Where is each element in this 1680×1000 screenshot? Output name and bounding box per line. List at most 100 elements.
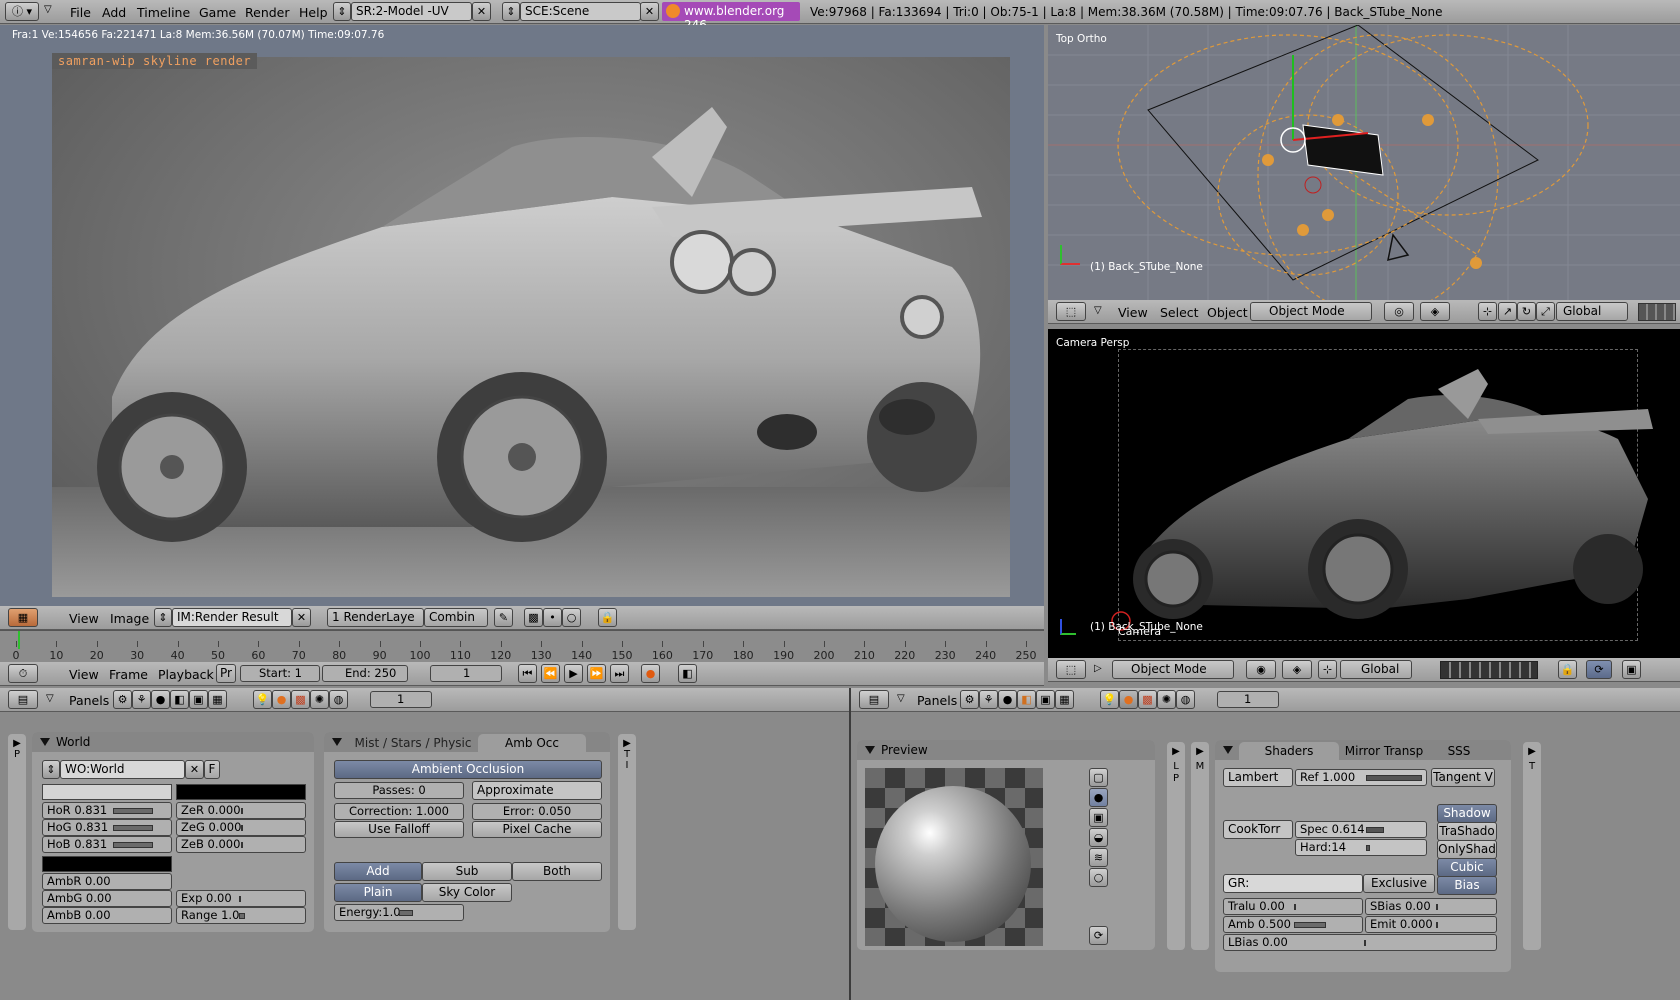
spec-slider[interactable]: Spec 0.614 (1295, 821, 1427, 838)
panel-side-tab-p[interactable]: ▶ P (8, 734, 26, 930)
keying-icon[interactable]: ◧ (678, 664, 697, 683)
translate-icon[interactable]: ↗ (1498, 302, 1517, 321)
zenith-color-swatch[interactable] (176, 784, 306, 800)
texture-icon[interactable]: ▩ (291, 690, 310, 709)
jump-start-icon[interactable]: ⏮ (518, 664, 537, 683)
group-field[interactable]: GR: (1223, 874, 1363, 893)
buttons-right-type-icon[interactable]: ▤ (859, 690, 889, 709)
menu-3d-view[interactable]: View (1118, 305, 1148, 320)
world-fake-user-button[interactable]: F (204, 760, 220, 779)
zeb-slider[interactable]: ZeB 0.000 (176, 836, 306, 853)
right-material-icon[interactable]: ● (1119, 690, 1138, 709)
scene-browse-icon[interactable]: ⇕ (502, 2, 520, 21)
header-arrow-icon[interactable]: ▽ (1094, 305, 1102, 316)
hard-slider[interactable]: Hard:14 (1295, 839, 1427, 856)
zeg-slider[interactable]: ZeG 0.000 (176, 819, 306, 836)
screen-browse-icon[interactable]: ⇕ (333, 2, 351, 21)
ambr-slider[interactable]: AmbR 0.00 (42, 873, 172, 890)
top-ortho-viewport[interactable]: Top Ortho (1) Back_STube_None (1048, 25, 1680, 300)
camera-header-arrow-icon[interactable]: ▷ (1094, 663, 1102, 674)
menu-render[interactable]: Render (245, 5, 290, 20)
current-frame-marker[interactable] (18, 631, 20, 649)
right-radio-icon[interactable]: ✺ (1157, 690, 1176, 709)
color-plain-button[interactable]: Plain (334, 883, 422, 902)
orientation-select[interactable]: Global (1556, 302, 1628, 321)
blender-url-badge[interactable]: www.blender.org 246 (662, 2, 800, 32)
camera-draw-type-icon[interactable]: ◉ (1246, 660, 1276, 679)
scene-icon[interactable]: ▦ (208, 690, 227, 709)
record-icon[interactable]: ● (641, 664, 660, 683)
scale-icon[interactable]: ⤢ (1536, 302, 1555, 321)
timeline-type-icon[interactable]: ⏱ (8, 664, 38, 683)
preview-monkey-icon[interactable]: ◒ (1089, 828, 1108, 847)
world-name-field[interactable]: WO:World (60, 760, 185, 779)
render-pass-select[interactable]: Combin (424, 608, 488, 627)
timeline-area[interactable]: 0 10 20 30 40 50 60 70 80 90 100 110 120 130 140 150 160… (0, 630, 1044, 662)
draw-type-icon[interactable]: ◎ (1384, 302, 1414, 321)
right-editing-icon[interactable]: ▣ (1036, 690, 1055, 709)
menu-image[interactable]: Image (110, 611, 149, 626)
lamp-icon[interactable]: 💡 (253, 690, 272, 709)
zer-slider[interactable]: ZeR 0.000 (176, 802, 306, 819)
play-icon[interactable]: ▶ (564, 664, 583, 683)
paint-icon[interactable]: ✎ (494, 608, 513, 627)
lbias-slider[interactable]: LBias 0.00 (1223, 934, 1497, 951)
scene-name-field[interactable]: SCE:Scene (520, 2, 641, 21)
tab-mist-stars[interactable]: Mist / Stars / Physic (348, 734, 478, 752)
manipulator-icon[interactable]: ⊹ (1478, 302, 1497, 321)
camera-view-type-icon[interactable]: ⬚ (1056, 660, 1086, 679)
diffuse-shader-select[interactable]: Lambert (1223, 768, 1293, 787)
radio-icon[interactable]: ✺ (310, 690, 329, 709)
preview-collapse-icon[interactable] (865, 746, 875, 754)
menu-timeline-view[interactable]: View (69, 667, 99, 682)
menu-game[interactable]: Game (199, 5, 236, 20)
menu-help[interactable]: Help (299, 5, 328, 20)
alpha-icon[interactable]: ▩ (524, 608, 543, 627)
passes-field[interactable]: Passes: 0 (334, 782, 464, 799)
preview-cube-icon[interactable]: ▣ (1089, 808, 1108, 827)
right-scene-icon[interactable]: ▦ (1055, 690, 1074, 709)
tab-amb-occ[interactable]: Amb Occ (478, 734, 586, 752)
tralu-slider[interactable]: Tralu 0.00 (1223, 898, 1363, 915)
image-name-field[interactable]: IM:Render Result (172, 608, 292, 627)
panel-side-tab-t[interactable]: ▶ T I (618, 734, 636, 930)
blend-sub-button[interactable]: Sub (422, 862, 512, 881)
menu-timeline[interactable]: Timeline (137, 5, 190, 20)
screenshot-icon[interactable]: ▣ (1622, 660, 1641, 679)
start-frame-field[interactable]: Start: 1 (240, 665, 320, 682)
sbias-slider[interactable]: SBias 0.00 (1365, 898, 1497, 915)
bias-toggle[interactable]: Bias (1437, 876, 1497, 895)
scene-delete-icon[interactable]: ✕ (640, 2, 659, 21)
camera-lock-icon[interactable]: 🔒 (1558, 660, 1577, 679)
ao-collapse-triangle-icon[interactable] (332, 738, 342, 746)
logic-icon[interactable]: ⚙ (113, 690, 132, 709)
right-shading-icon[interactable]: ● (998, 690, 1017, 709)
camera-snap-icon[interactable]: ⊹ (1318, 660, 1337, 679)
preview-panel-title[interactable]: Preview (857, 740, 1155, 760)
preview-refresh-icon[interactable]: ⟳ (1089, 926, 1108, 945)
emit-slider[interactable]: Emit 0.000 (1365, 916, 1497, 933)
buttons-right-arrow-icon[interactable]: ▽ (897, 693, 905, 704)
error-field[interactable]: Error: 0.050 (472, 803, 602, 820)
step-forward-icon[interactable]: ⏩ (587, 664, 606, 683)
tab-shaders[interactable]: Shaders (1239, 742, 1339, 760)
camera-pivot-icon[interactable]: ◈ (1282, 660, 1312, 679)
render-preview-icon[interactable]: ⟳ (1586, 660, 1612, 679)
right-logic-icon[interactable]: ⚙ (960, 690, 979, 709)
render-layer-select[interactable]: 1 RenderLaye (327, 608, 424, 627)
trashado-toggle[interactable]: TraShado (1437, 822, 1497, 841)
right-script-icon[interactable]: ⚘ (979, 690, 998, 709)
world-delete-icon[interactable]: ✕ (185, 760, 204, 779)
side-tab-m[interactable]: ▶ M (1191, 742, 1209, 950)
ref-slider[interactable]: Ref 1.000 (1295, 769, 1427, 786)
panels-right-menu[interactable]: Panels (917, 693, 957, 708)
pivot-icon[interactable]: ◈ (1420, 302, 1450, 321)
collapse-arrow-icon[interactable]: ▽ (44, 4, 52, 15)
material-icon[interactable]: ● (272, 690, 291, 709)
world-browse-icon[interactable]: ⇕ (42, 760, 60, 779)
ao-method-select[interactable]: Approximate (472, 781, 602, 800)
amb-slider[interactable]: Amb 0.500 (1223, 916, 1363, 933)
right-object-icon[interactable]: ◧ (1017, 690, 1036, 709)
world-panel-title[interactable]: World (32, 732, 314, 752)
menu-add[interactable]: Add (102, 5, 126, 20)
